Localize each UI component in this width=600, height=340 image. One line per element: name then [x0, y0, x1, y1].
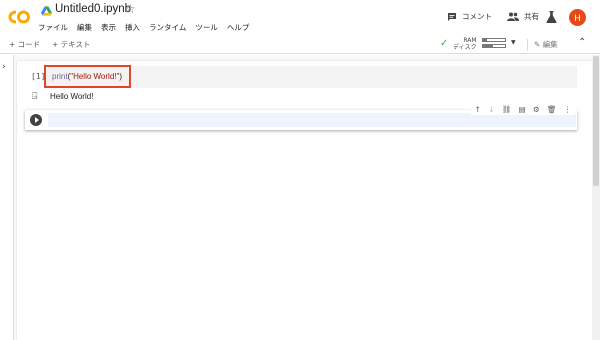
flask-icon[interactable] [546, 11, 557, 23]
app-header: Untitled0.ipynb ☆ ファイル 編集 表示 挿入 ランタイム ツー… [0, 0, 600, 36]
delete-icon[interactable]: 🗑 [547, 105, 557, 114]
add-code-button[interactable]: + コード [9, 39, 40, 50]
cell-output: Hello World! [50, 92, 94, 101]
menu-file[interactable]: ファイル [38, 22, 68, 33]
output-icon[interactable]: ⍈ [32, 92, 37, 102]
ram-meter-fill [483, 39, 488, 41]
link-icon[interactable]: ⛓ [502, 105, 512, 114]
more-options-icon[interactable]: ⋮ [564, 105, 572, 114]
connected-check-icon: ✓ [440, 38, 449, 49]
comment-label: コメント [462, 12, 492, 21]
comment-icon [448, 12, 456, 21]
cell-toolbar: ↑ ↓ ⛓ ▤ ⚙ 🗑 ⋮ [471, 103, 575, 115]
drive-icon [41, 6, 52, 16]
resource-labels: RAM ディスク [453, 37, 477, 51]
share-label: 共有 [524, 12, 539, 21]
share-button[interactable]: 共有 [507, 11, 539, 22]
notebook-toolbar: + コード + テキスト ✓ RAM ディスク ▼ ✎ 編集 ⌃ [0, 36, 600, 54]
scrollbar-thumb[interactable] [593, 56, 599, 186]
menu-tools[interactable]: ツール [195, 22, 218, 33]
menu-edit[interactable]: 編集 [77, 22, 92, 33]
menu-view[interactable]: 表示 [101, 22, 116, 33]
chevron-down-icon[interactable]: ▼ [511, 39, 516, 46]
comment-button[interactable]: コメント [447, 11, 492, 22]
ram-label: RAM [463, 37, 477, 44]
disk-meter-fill [483, 45, 493, 47]
side-panel-rail [0, 55, 14, 340]
avatar[interactable]: H [569, 9, 586, 26]
chevron-right-icon[interactable]: › [2, 62, 6, 72]
disk-label: ディスク [453, 44, 477, 51]
run-cell-button[interactable] [30, 114, 42, 126]
menu-help[interactable]: ヘルプ [227, 22, 250, 33]
people-icon [507, 12, 519, 21]
move-down-icon[interactable]: ↓ [488, 105, 494, 114]
collapse-header-icon[interactable]: ⌃ [578, 37, 586, 48]
menu-bar: ファイル 編集 表示 挿入 ランタイム ツール ヘルプ [38, 22, 258, 33]
disk-meter [482, 44, 506, 48]
resource-meters[interactable] [482, 38, 506, 50]
pencil-icon: ✎ [534, 40, 541, 49]
move-up-icon[interactable]: ↑ [475, 105, 481, 114]
menu-runtime[interactable]: ランタイム [149, 22, 186, 33]
annotation-highlight-box [44, 65, 131, 88]
notebook-title[interactable]: Untitled0.ipynb [55, 3, 131, 15]
settings-icon[interactable]: ⚙ [533, 105, 540, 114]
menu-insert[interactable]: 挿入 [125, 22, 140, 33]
comment-icon[interactable]: ▤ [519, 105, 526, 114]
toolbar-divider [527, 39, 528, 51]
edit-label: 編集 [542, 40, 558, 49]
ram-meter [482, 38, 506, 42]
add-text-button[interactable]: + テキスト [52, 39, 90, 50]
edit-button[interactable]: ✎ 編集 [534, 39, 558, 50]
star-icon[interactable]: ☆ [125, 2, 136, 16]
colab-logo[interactable] [6, 8, 32, 26]
code-cell-editor[interactable] [48, 113, 576, 127]
